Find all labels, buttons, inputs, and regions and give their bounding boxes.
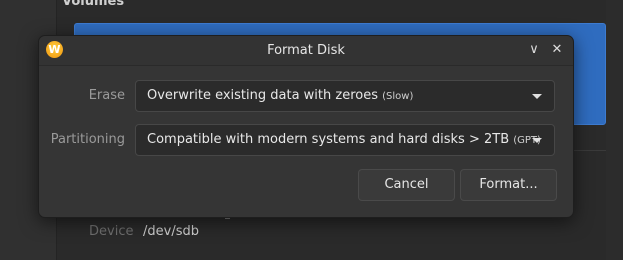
dialog-titlebar[interactable]: W Format Disk ∨ ✕ bbox=[39, 36, 573, 66]
erase-select-value: Overwrite existing data with zeroes (Slo… bbox=[147, 81, 413, 111]
partitioning-select[interactable]: Compatible with modern systems and hard … bbox=[135, 124, 555, 156]
dropdown-arrow-icon bbox=[532, 138, 542, 143]
erase-select[interactable]: Overwrite existing data with zeroes (Slo… bbox=[135, 80, 555, 112]
device-value: /dev/sdb bbox=[143, 224, 199, 239]
partitioning-label: Partitioning bbox=[50, 132, 125, 147]
minimize-chevron-icon[interactable]: ∨ bbox=[525, 41, 543, 59]
format-button[interactable]: Format... bbox=[460, 169, 557, 201]
dropdown-arrow-icon bbox=[532, 94, 542, 99]
cancel-button[interactable]: Cancel bbox=[358, 169, 455, 201]
erase-option-hint: (Slow) bbox=[382, 91, 414, 102]
format-disk-dialog: W Format Disk ∨ ✕ Erase Overwrite existi… bbox=[38, 35, 574, 218]
device-label: Device bbox=[89, 224, 134, 239]
close-icon[interactable]: ✕ bbox=[548, 41, 566, 59]
volumes-heading: Volumes bbox=[62, 0, 125, 9]
erase-option-text: Overwrite existing data with zeroes bbox=[147, 88, 378, 103]
dialog-title: Format Disk bbox=[267, 43, 345, 58]
partitioning-select-value: Compatible with modern systems and hard … bbox=[147, 125, 541, 155]
erase-label: Erase bbox=[88, 88, 125, 103]
window-edge bbox=[606, 0, 623, 260]
partitioning-option-text: Compatible with modern systems and hard … bbox=[147, 132, 510, 147]
